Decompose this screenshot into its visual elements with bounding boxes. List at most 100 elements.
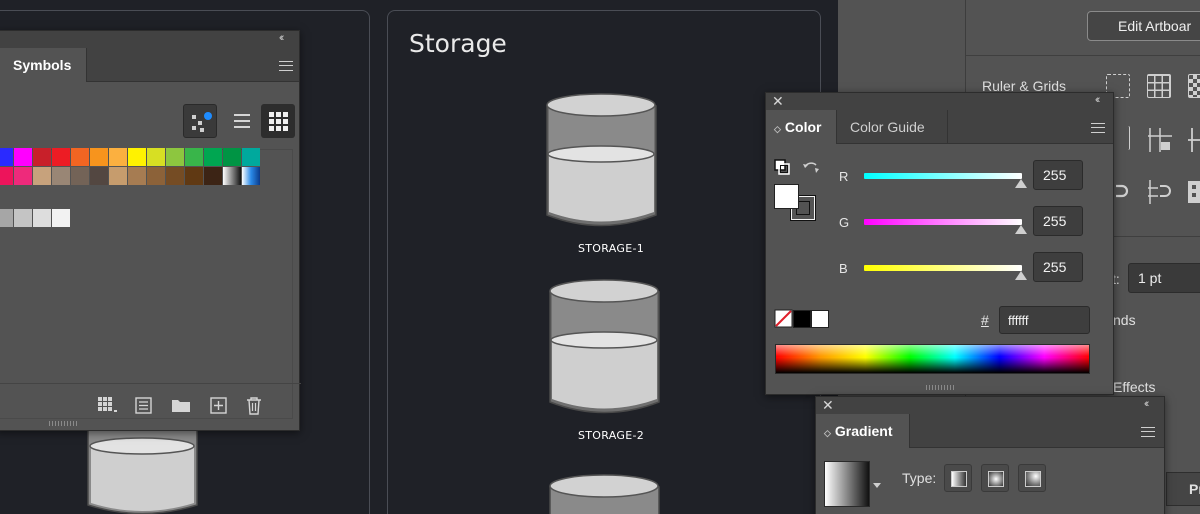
white-swatch[interactable]: [811, 310, 829, 328]
color-swatch[interactable]: [128, 148, 146, 166]
reorder-icon: ◇: [774, 124, 781, 134]
panel-menu-icon[interactable]: [279, 61, 293, 71]
symbol-cylinder-preview[interactable]: [87, 429, 198, 514]
tab-color-guide[interactable]: Color Guide: [838, 110, 948, 144]
linear-gradient-button[interactable]: [944, 464, 972, 492]
fill-swatch[interactable]: [774, 184, 799, 209]
slider-b[interactable]: [864, 265, 1022, 271]
slider-thumb-b[interactable]: [1015, 271, 1027, 280]
color-swatch[interactable]: [90, 167, 108, 185]
thumbnail-view-button[interactable]: [261, 104, 295, 138]
color-swatch[interactable]: [185, 167, 203, 185]
value-field-r[interactable]: 255: [1033, 160, 1083, 190]
color-swatch[interactable]: [128, 167, 146, 185]
color-swatch[interactable]: [185, 148, 203, 166]
tab-color[interactable]: ◇ Color: [766, 110, 837, 144]
symbol-options-icon[interactable]: [135, 397, 153, 415]
storage-cylinder-2[interactable]: [549, 279, 660, 414]
panel-tabrow: Symbols: [0, 48, 299, 82]
color-swatch[interactable]: [0, 167, 13, 185]
color-swatch[interactable]: [166, 167, 184, 185]
color-swatch[interactable]: [71, 148, 89, 166]
none-swatch[interactable]: [774, 309, 794, 329]
close-icon[interactable]: ✕: [822, 397, 834, 414]
color-swatch[interactable]: [14, 167, 32, 185]
tab-symbols[interactable]: Symbols: [0, 48, 87, 82]
color-swatch[interactable]: [0, 148, 13, 166]
color-swatch[interactable]: [109, 148, 127, 166]
color-swatch[interactable]: [242, 167, 260, 185]
slider-g[interactable]: [864, 219, 1022, 225]
hex-symbol: #: [981, 312, 989, 328]
panel-menu-icon[interactable]: [1141, 427, 1155, 437]
panel-topbar[interactable]: ✕ ‹‹: [766, 93, 1113, 110]
color-swatch[interactable]: [204, 167, 222, 185]
folder-icon[interactable]: [171, 397, 191, 413]
color-swatch[interactable]: [223, 148, 241, 166]
storage-cylinder-1[interactable]: [546, 93, 657, 227]
effects-label: Effects: [1113, 379, 1156, 395]
symbol-swatch-area[interactable]: [0, 149, 293, 419]
panel-menu-icon[interactable]: [1091, 123, 1105, 133]
show-symbol-types-button[interactable]: [183, 104, 217, 138]
color-swatch[interactable]: [109, 167, 127, 185]
panel-topbar[interactable]: ‹‹: [0, 31, 299, 48]
storage-label-2: STORAGE-2: [577, 429, 645, 442]
color-swatch[interactable]: [166, 148, 184, 166]
color-panel: ✕ ‹‹ ◇ Color Color Guide R 255 G 255 B 25…: [765, 92, 1114, 395]
color-swatch[interactable]: [242, 148, 260, 166]
slider-thumb-r[interactable]: [1015, 179, 1027, 188]
color-swatch[interactable]: [223, 167, 241, 185]
collapse-icon[interactable]: ‹‹: [279, 32, 285, 44]
collapse-icon[interactable]: ‹‹: [1144, 398, 1150, 410]
slider-r[interactable]: [864, 173, 1022, 179]
grid-view-icon: [269, 112, 288, 131]
gradient-preview[interactable]: [824, 461, 870, 507]
storage-cylinder-3[interactable]: [549, 474, 660, 514]
value-field-b[interactable]: 255: [1033, 252, 1083, 282]
gray-swatch[interactable]: [0, 209, 13, 227]
hex-field[interactable]: ffffff: [999, 306, 1090, 334]
list-view-button[interactable]: [225, 104, 259, 138]
color-swatch[interactable]: [52, 148, 70, 166]
gray-swatch[interactable]: [14, 209, 32, 227]
slider-thumb-g[interactable]: [1015, 225, 1027, 234]
channel-label-g: G: [839, 215, 850, 230]
transparency-grid-icon[interactable]: [1188, 74, 1200, 98]
color-swatch[interactable]: [204, 148, 222, 166]
default-fill-stroke-icon[interactable]: [774, 159, 792, 177]
color-swatch[interactable]: [33, 148, 51, 166]
color-swatch[interactable]: [147, 167, 165, 185]
tab-color-label: Color: [784, 119, 822, 135]
stroke-weight-field[interactable]: 1 pt: [1128, 263, 1200, 293]
linear-gradient-icon: [951, 471, 967, 487]
color-swatch[interactable]: [90, 148, 108, 166]
new-symbol-icon[interactable]: [210, 397, 228, 415]
symbol-library-menu-icon[interactable]: [97, 396, 119, 414]
radial-gradient-button[interactable]: [981, 464, 1009, 492]
color-swatch[interactable]: [33, 167, 51, 185]
color-spectrum[interactable]: [775, 344, 1090, 374]
color-swatch[interactable]: [14, 148, 32, 166]
delete-icon[interactable]: [245, 396, 263, 415]
close-icon[interactable]: ✕: [772, 93, 784, 110]
chevron-down-icon[interactable]: [873, 483, 881, 488]
tab-gradient[interactable]: ◇ Gradient: [816, 414, 910, 448]
type-label: Type:: [902, 470, 937, 486]
symbols-panel: ‹‹ Symbols: [0, 30, 301, 431]
color-swatch[interactable]: [71, 167, 89, 185]
resize-grip[interactable]: [926, 385, 954, 390]
collapse-icon[interactable]: ‹‹: [1095, 94, 1101, 106]
gray-swatch[interactable]: [52, 209, 70, 227]
grid-icon[interactable]: [1147, 74, 1171, 98]
color-swatch[interactable]: [52, 167, 70, 185]
edit-artboard-button[interactable]: Edit Artboar: [1087, 11, 1200, 41]
gray-swatch[interactable]: [33, 209, 51, 227]
color-swatch[interactable]: [147, 148, 165, 166]
freeform-gradient-button[interactable]: [1018, 464, 1046, 492]
swap-fill-stroke-icon[interactable]: [802, 159, 820, 177]
black-swatch[interactable]: [793, 310, 811, 328]
value-field-g[interactable]: 255: [1033, 206, 1083, 236]
resize-grip[interactable]: [49, 421, 77, 426]
panel-topbar[interactable]: ✕ ‹‹: [816, 397, 1164, 414]
